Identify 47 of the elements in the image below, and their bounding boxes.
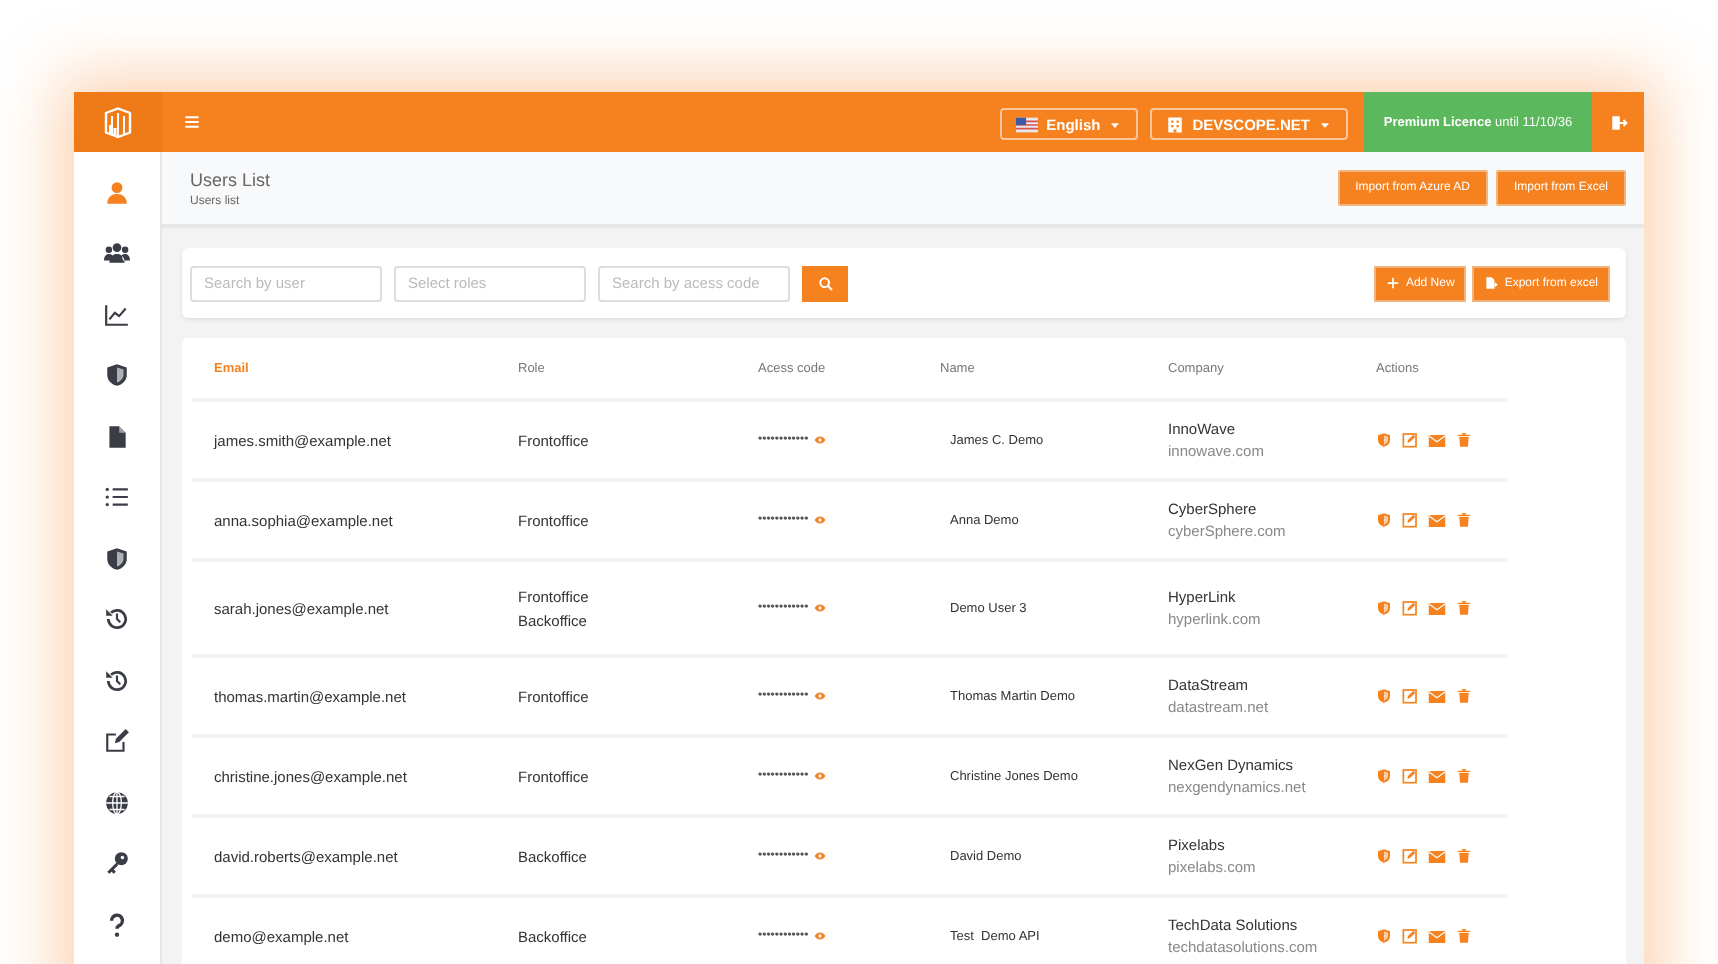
list-icon[interactable] <box>104 484 130 510</box>
eye-icon[interactable] <box>814 434 827 446</box>
file-icon[interactable] <box>104 423 130 449</box>
shield-icon[interactable] <box>104 545 130 571</box>
search-icon <box>817 275 833 291</box>
mail-icon[interactable] <box>1428 767 1446 785</box>
trash-icon[interactable] <box>1456 512 1472 528</box>
flag-icon <box>1016 113 1039 135</box>
app-logo[interactable] <box>74 92 162 152</box>
history-icon[interactable] <box>104 667 130 693</box>
caret-icon <box>1108 117 1123 131</box>
eye-icon[interactable] <box>814 514 827 526</box>
trash-icon[interactable] <box>1456 848 1472 864</box>
globe-icon[interactable] <box>104 789 130 815</box>
building-icon <box>1166 115 1185 133</box>
trash-icon[interactable] <box>1456 928 1472 944</box>
mail-icon[interactable] <box>1428 687 1446 705</box>
help-icon[interactable] <box>104 911 130 937</box>
logout-icon[interactable] <box>1609 113 1627 131</box>
eye-icon[interactable] <box>814 602 827 614</box>
trash-icon[interactable] <box>1456 768 1472 784</box>
history-icon[interactable] <box>104 606 130 632</box>
file-export-icon <box>1484 276 1499 290</box>
plus-icon <box>1385 276 1400 290</box>
key-icon[interactable] <box>104 850 130 876</box>
trash-icon[interactable] <box>1456 688 1472 704</box>
logo-icon <box>100 104 136 140</box>
trash-icon[interactable] <box>1456 600 1472 616</box>
menu-icon[interactable] <box>184 114 200 130</box>
mail-icon[interactable] <box>1428 431 1446 449</box>
eye-icon[interactable] <box>814 850 827 862</box>
users-icon[interactable] <box>104 240 130 266</box>
mail-icon[interactable] <box>1428 511 1446 529</box>
eye-icon[interactable] <box>814 770 827 782</box>
user-icon[interactable] <box>104 179 130 205</box>
mail-icon[interactable] <box>1428 599 1446 617</box>
eye-icon[interactable] <box>814 690 827 702</box>
eye-icon[interactable] <box>814 930 827 942</box>
shield-icon[interactable] <box>104 362 130 388</box>
edit-icon[interactable] <box>104 728 130 754</box>
caret-icon <box>1318 117 1332 131</box>
search-button[interactable] <box>802 265 848 301</box>
mail-icon[interactable] <box>1428 927 1446 945</box>
chart-icon[interactable] <box>104 301 130 327</box>
mail-icon[interactable] <box>1428 847 1446 865</box>
trash-icon[interactable] <box>1456 432 1472 448</box>
page-title: Users List <box>190 170 273 190</box>
